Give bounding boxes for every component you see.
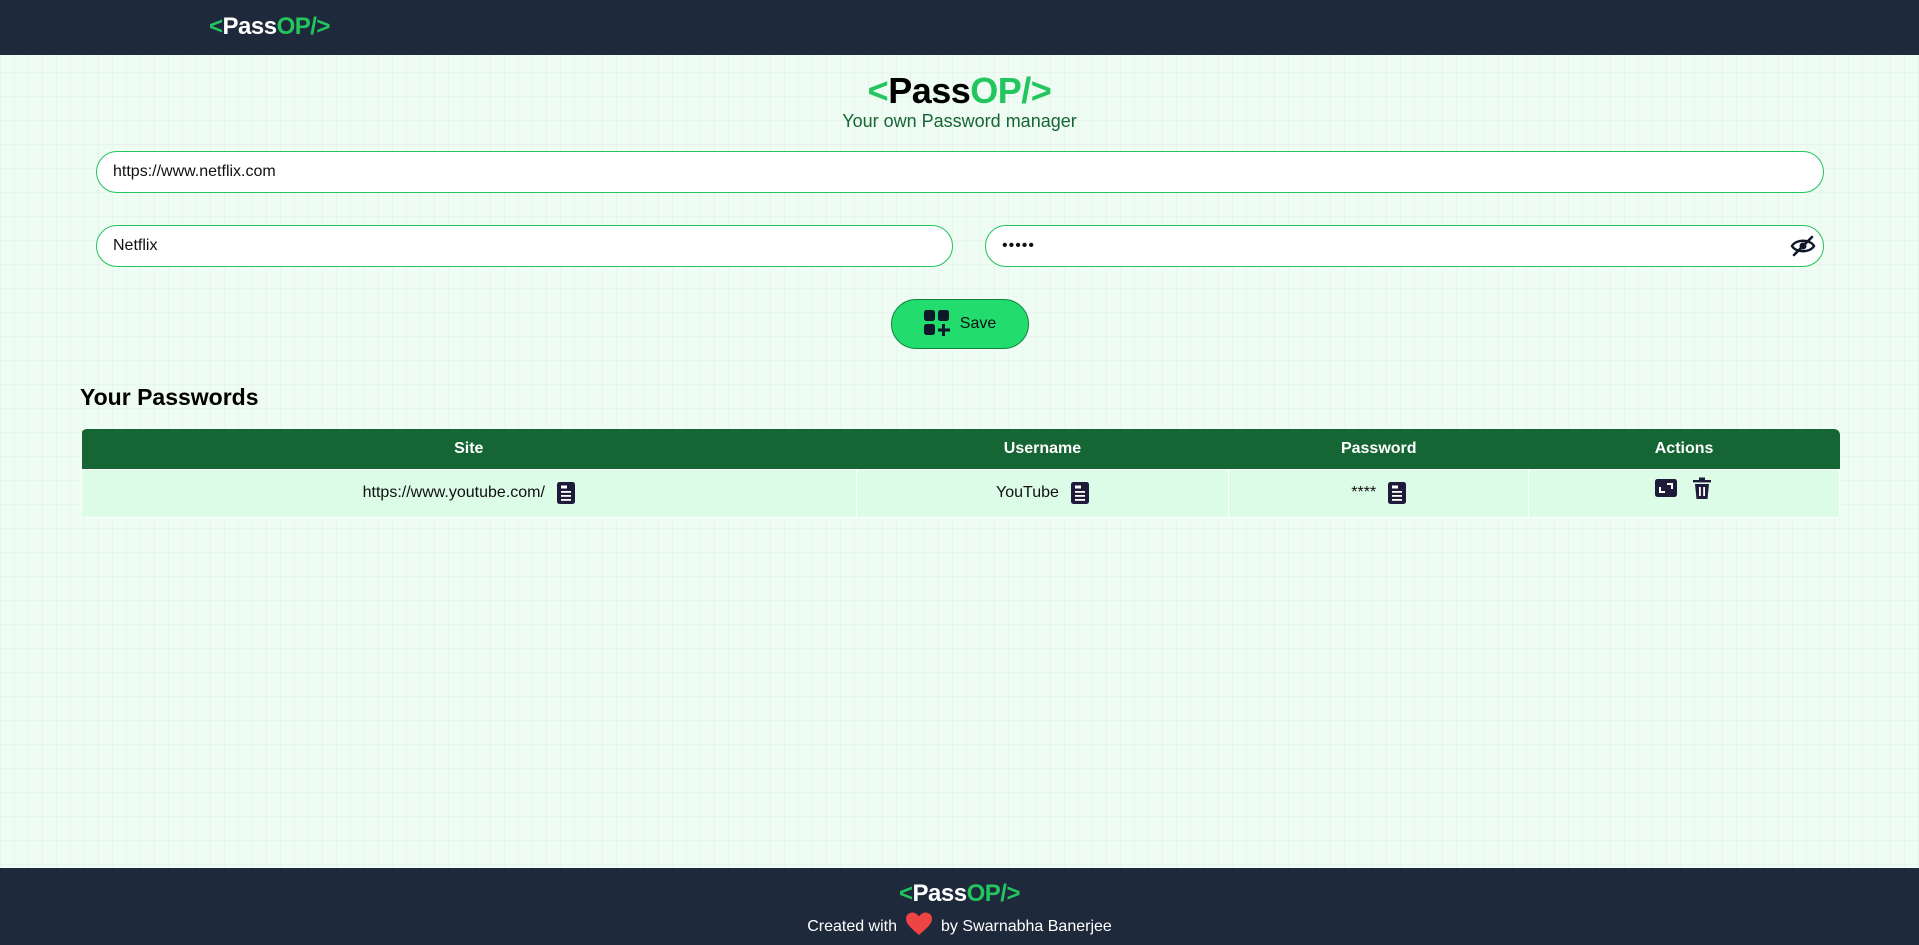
logo-bracket-open: < xyxy=(899,880,913,907)
password-value: **** xyxy=(1351,484,1377,501)
page-logo: <PassOP/> xyxy=(0,70,1919,112)
copy-icon[interactable] xyxy=(1388,482,1407,504)
page-tagline: Your own Password manager xyxy=(842,111,1077,131)
passwords-table: Site Username Password Actions https://w… xyxy=(81,429,1840,518)
logo-bracket-close: > xyxy=(316,13,330,40)
navbar: <PassOP/> xyxy=(0,0,1919,55)
actions-cell xyxy=(1528,468,1840,518)
footer-credit: Created with by Swarnabha Banerjee xyxy=(0,912,1919,941)
table-row: https://www.youtube.com/ YouTube **** xyxy=(81,468,1840,518)
footer-logo: <PassOP/> xyxy=(0,880,1919,908)
logo-bracket-open: < xyxy=(867,70,889,111)
password-cell: **** xyxy=(1228,468,1530,518)
password-input[interactable] xyxy=(985,225,1824,267)
site-value: https://www.youtube.com/ xyxy=(362,484,545,501)
logo-bracket-open: < xyxy=(209,13,223,40)
nav-logo[interactable]: <PassOP/> xyxy=(209,13,330,41)
logo-text: Pass xyxy=(912,880,968,907)
save-label: Save xyxy=(959,315,997,332)
eye-off-icon[interactable] xyxy=(1790,234,1816,258)
username-cell: YouTube xyxy=(855,468,1230,518)
logo-bracket-close: > xyxy=(1006,880,1020,907)
site-cell: https://www.youtube.com/ xyxy=(81,468,857,518)
site-url-input[interactable] xyxy=(96,151,1824,193)
column-header-username: Username xyxy=(1003,439,1082,457)
password-field-wrapper xyxy=(985,225,1824,267)
username-input[interactable] xyxy=(96,225,953,267)
column-header-site: Site xyxy=(454,439,484,457)
credit-prefix: Created with xyxy=(807,917,898,935)
credit-suffix: by Swarnabha Banerjee xyxy=(941,917,1112,935)
copy-icon[interactable] xyxy=(556,482,575,504)
logo-text: Pass xyxy=(888,70,971,111)
logo-bracket-close: > xyxy=(1030,70,1052,111)
column-header-actions: Actions xyxy=(1654,439,1714,457)
footer: <PassOP/> Created with by Swarnabha Bane… xyxy=(0,868,1919,945)
passwords-section-title: Your Passwords xyxy=(80,384,259,410)
logo-accent: OP/ xyxy=(970,70,1031,111)
table-header-row: Site Username Password Actions xyxy=(81,429,1840,469)
logo-accent: OP/ xyxy=(966,880,1007,907)
edit-icon[interactable] xyxy=(1655,477,1678,499)
trash-icon[interactable] xyxy=(1691,477,1713,499)
add-grid-icon xyxy=(923,309,950,339)
copy-icon[interactable] xyxy=(1070,482,1089,504)
logo-accent: OP/ xyxy=(276,13,317,40)
username-value: YouTube xyxy=(996,484,1059,501)
logo-text: Pass xyxy=(222,13,278,40)
save-button[interactable]: Save xyxy=(891,299,1029,349)
column-header-password: Password xyxy=(1340,439,1417,457)
heart-icon xyxy=(905,912,933,941)
